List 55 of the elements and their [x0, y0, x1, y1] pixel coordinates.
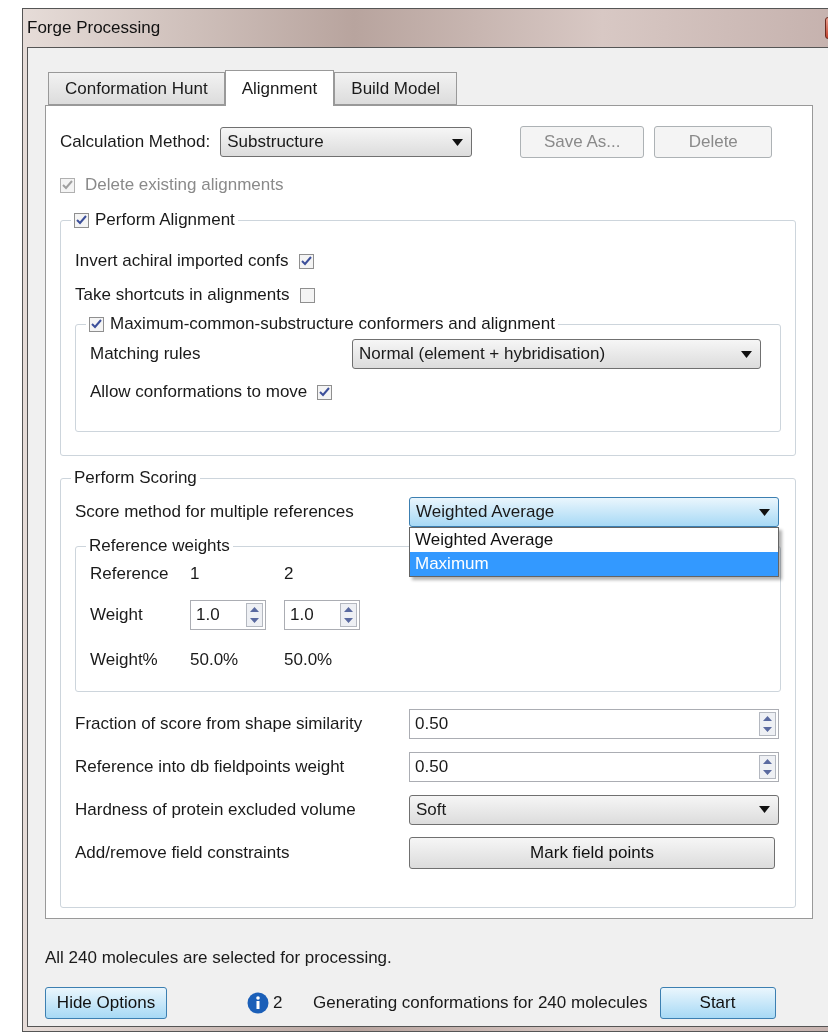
caret-icon — [759, 508, 770, 516]
field-label: Reference — [90, 564, 170, 584]
field-label: Weight — [90, 605, 144, 625]
reference-number: 1 — [190, 564, 201, 584]
checkbox[interactable] — [74, 212, 89, 228]
checkbox[interactable] — [89, 316, 104, 332]
group-title: Perform Alignment — [95, 210, 235, 230]
field-label: Add/remove field constraints — [75, 842, 291, 863]
checkbox-label: Delete existing alignments — [85, 175, 284, 195]
field-label: Hardness of protein excluded volume — [75, 799, 357, 820]
number-spinbox[interactable]: 0.50 — [409, 708, 779, 739]
number-spinbox[interactable]: 0.50 — [409, 751, 779, 782]
spin-arrows-icon[interactable] — [759, 754, 776, 779]
group-title: Perform Scoring — [74, 468, 197, 488]
caret-icon — [452, 138, 464, 146]
hardness-dropdown[interactable]: Soft — [409, 794, 779, 825]
calculation-method-dropdown[interactable]: Substructure — [220, 127, 473, 157]
field-label: Matching rules — [90, 344, 202, 364]
field-label: Reference into db fieldpoints weight — [75, 756, 346, 777]
tab[interactable]: Alignment — [224, 70, 335, 106]
info-count: 2 — [273, 993, 284, 1013]
matching-rules-dropdown[interactable]: Normal (element + hybridisation) — [352, 339, 761, 369]
field-label: Score method for multiple references — [75, 502, 355, 522]
window-title: Forge Processing — [27, 18, 161, 38]
status-message: All 240 molecules are selected for processing. — [45, 948, 392, 968]
field-label: Weight% — [90, 650, 159, 670]
tab[interactable]: Conformation Hunt — [48, 72, 225, 105]
checkbox[interactable] — [298, 253, 314, 269]
mark-field-points-button[interactable]: Mark field points — [409, 836, 775, 869]
dropdown-option[interactable]: Weighted Average — [410, 528, 778, 552]
reference-number: 2 — [284, 564, 295, 584]
checkbox[interactable] — [299, 287, 315, 303]
group-title: Maximum-common-substructure conformers and alignment — [110, 314, 555, 334]
field-label: Fraction of score from shape similarity — [75, 713, 364, 734]
weight-spinbox[interactable]: 1.0 — [284, 600, 360, 630]
caret-icon — [741, 350, 752, 358]
tab[interactable]: Build Model — [334, 72, 458, 105]
field-label: Calculation Method: — [60, 132, 211, 152]
checkbox-label: Allow conformations to move — [90, 382, 308, 402]
hide-options-button[interactable]: Hide Options — [45, 987, 167, 1019]
spin-arrows-icon[interactable] — [759, 711, 776, 736]
weight-spinbox[interactable]: 1.0 — [190, 600, 266, 630]
spin-arrows-icon[interactable] — [340, 603, 357, 627]
spin-arrows-icon[interactable] — [246, 603, 263, 627]
weight-percent: 50.0% — [284, 650, 334, 670]
caret-icon — [759, 806, 770, 813]
group-title: Reference weights — [89, 536, 230, 556]
weight-percent: 50.0% — [190, 650, 240, 670]
progress-message: Generating conformations for 240 molecules — [313, 993, 648, 1013]
checkbox-label: Invert achiral imported confs — [75, 251, 289, 271]
score-method-dropdown[interactable]: Weighted Average — [409, 497, 779, 527]
info-icon — [247, 992, 269, 1014]
checkbox[interactable] — [317, 384, 333, 400]
start-button[interactable]: Start — [659, 987, 776, 1019]
checkbox-label: Take shortcuts in alignments — [75, 285, 290, 305]
